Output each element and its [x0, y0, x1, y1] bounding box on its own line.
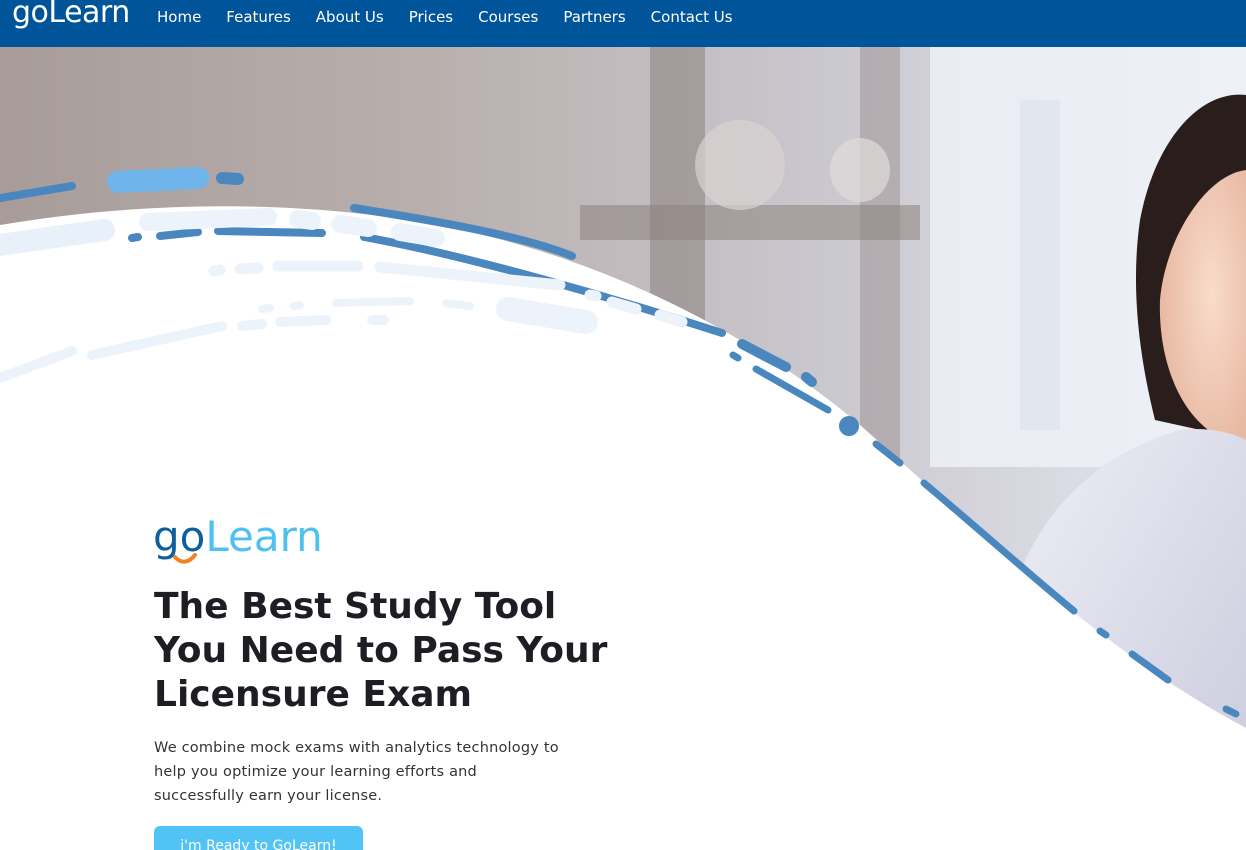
hero-headline: The Best Study Tool You Need to Pass You…	[154, 586, 608, 715]
nav-item-prices[interactable]: Prices	[409, 8, 453, 26]
nav-item-partners[interactable]: Partners	[563, 8, 625, 26]
hero-section: goLearn The Best Study Tool You Need to …	[0, 47, 1246, 850]
brand-logo-learn: Learn	[205, 512, 323, 561]
nav-logo[interactable]: goLearn	[12, 0, 130, 33]
brand-logo: goLearn	[153, 509, 323, 565]
hero-photo	[0, 47, 1246, 850]
get-started-button[interactable]: i'm Ready to GoLearn!	[154, 826, 363, 850]
hero-description: We combine mock exams with analytics tec…	[154, 740, 559, 804]
shelf-jar	[830, 138, 890, 202]
shelf-cup	[695, 120, 785, 210]
nav-item-features[interactable]: Features	[226, 8, 291, 26]
nav-item-home[interactable]: Home	[157, 8, 201, 26]
nav-item-courses[interactable]: Courses	[478, 8, 538, 26]
nav-item-contact-us[interactable]: Contact Us	[651, 8, 733, 26]
smile-icon	[173, 553, 197, 564]
shelf-board	[580, 205, 920, 240]
window-frame	[1020, 100, 1060, 430]
nav-item-about-us[interactable]: About Us	[316, 8, 384, 26]
nav-menu: Home Features About Us Prices Courses Pa…	[157, 0, 758, 33]
navbar: goLearn Home Features About Us Prices Co…	[0, 0, 1246, 47]
